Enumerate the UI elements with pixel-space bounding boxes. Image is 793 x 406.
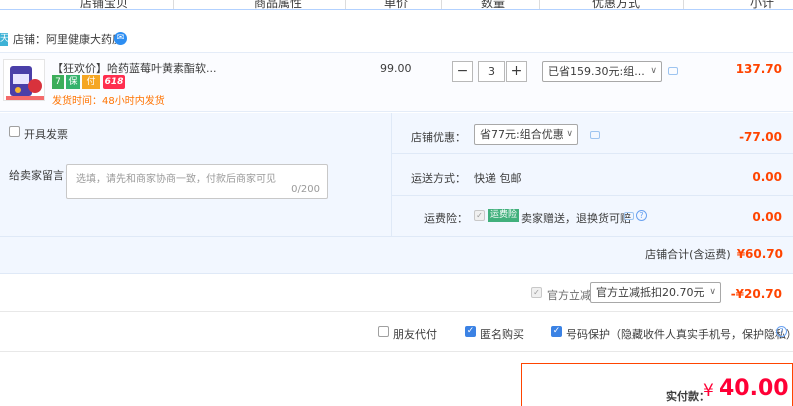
col-subtotal: 小计	[750, 0, 775, 10]
tmall-shop-tag: 天猫	[0, 33, 8, 46]
col-shop: 店铺宝贝	[80, 0, 129, 10]
qty-input[interactable]: 3	[478, 61, 505, 82]
row-divider	[0, 236, 793, 237]
pay-amount: 40.00	[719, 376, 789, 401]
col-discount: 优惠方式	[592, 0, 641, 10]
invoice-checkbox[interactable]	[9, 126, 20, 137]
official-discount-checkbox: ✓	[531, 287, 542, 298]
col-divider	[539, 0, 540, 9]
store-total-amount: ¥60.70	[736, 247, 783, 261]
friend-pay-checkbox[interactable]	[378, 326, 389, 337]
col-price: 单价	[384, 0, 409, 10]
shipping-amount: 0.00	[752, 170, 782, 184]
row-divider	[391, 195, 793, 196]
col-divider	[173, 0, 174, 9]
promo-618-badge[interactable]: 618	[103, 75, 125, 89]
friend-pay-label: 朋友代付	[393, 328, 437, 341]
store-total: 店铺合计(含运费) ¥60.70	[645, 246, 783, 262]
cart-header: 店铺宝贝 商品属性 单价 数量 优惠方式 小计	[0, 0, 793, 10]
col-divider	[441, 0, 442, 9]
pay-currency: ¥	[703, 381, 714, 401]
shop-name-link[interactable]: 店铺：阿里健康大药房	[13, 33, 123, 47]
message-placeholder: 选填，请先和商家协商一致，付款后商家可见	[76, 174, 276, 185]
invoice-label: 开具发票	[24, 128, 68, 141]
payment-summary: 实付款： ¥ 40.00	[521, 363, 793, 406]
col-qty: 数量	[481, 0, 506, 10]
comment-icon[interactable]	[668, 67, 678, 75]
store-discount-label: 店铺优惠：	[411, 131, 466, 144]
item-subtotal: 137.70	[735, 62, 782, 76]
unit-price: 99.00	[380, 62, 412, 75]
official-discount-amount: -¥20.70	[730, 287, 782, 301]
chat-wangwang-icon[interactable]: ✉	[114, 32, 127, 45]
shipping-label: 运送方式：	[411, 172, 466, 185]
shipping-value: 快递 包邮	[474, 172, 522, 185]
help-question-icon[interactable]: ?	[776, 326, 787, 337]
seven-day-return-badge[interactable]: 7	[52, 75, 64, 89]
qty-plus-button[interactable]: +	[506, 61, 527, 82]
order-item-row: 【狂欢价】哈药蓝莓叶黄素酯软... 7 保 付 618 发货时间：48小时内发货…	[0, 52, 793, 112]
comment-icon[interactable]	[590, 131, 600, 139]
store-discount-amount: -77.00	[739, 130, 782, 144]
chevron-down-icon: ∨	[709, 287, 716, 297]
ship-time: 发货时间：48小时内发货	[52, 96, 165, 107]
official-discount-value: 官方立减抵扣20.70元	[596, 286, 705, 299]
product-thumbnail[interactable]	[3, 59, 45, 101]
number-protect-label: 号码保护（隐藏收件人真实手机号，保护隐私）	[566, 328, 793, 341]
insurance-tag: 运费险	[488, 209, 520, 222]
official-discount-row: ✓ 官方立减 官方立减抵扣20.70元 ∨ -¥20.70	[0, 275, 793, 312]
store-discount-value: 省77元:组合优惠	[480, 128, 564, 141]
number-protect-checkbox[interactable]: ✓	[551, 326, 562, 337]
insurance-text: 卖家赠送，退换货可赔	[521, 212, 631, 225]
chevron-down-icon: ∨	[650, 66, 657, 76]
insurance-checkbox: ✓	[474, 210, 485, 221]
insurance-amount: 0.00	[752, 210, 782, 224]
col-divider	[683, 0, 684, 9]
panel-divider	[391, 113, 392, 236]
official-discount-select[interactable]: 官方立减抵扣20.70元 ∨	[590, 282, 721, 303]
official-discount-label: 官方立减	[547, 289, 591, 302]
qty-minus-button[interactable]: −	[452, 61, 473, 82]
product-title-link[interactable]: 【狂欢价】哈药蓝莓叶黄素酯软...	[52, 60, 217, 76]
col-attr: 商品属性	[254, 0, 303, 10]
store-total-label: 店铺合计(含运费)	[645, 248, 731, 261]
comment-icon[interactable]	[624, 212, 634, 220]
item-discount-select[interactable]: 已省159.30元:组... ∨	[542, 61, 662, 82]
message-char-count: 0/200	[291, 184, 320, 195]
store-discount-select[interactable]: 省77元:组合优惠 ∨	[474, 124, 578, 145]
col-divider	[345, 0, 346, 9]
help-question-icon[interactable]: ?	[636, 210, 647, 221]
row-divider	[391, 153, 793, 154]
insurance-label: 运费险：	[424, 212, 468, 225]
anonymous-label: 匿名购买	[480, 328, 524, 341]
guarantee-badge[interactable]: 保	[66, 75, 80, 89]
item-discount-value: 已省159.30元:组...	[548, 65, 645, 78]
card-payment-badge[interactable]: 付	[82, 75, 100, 89]
chevron-down-icon: ∨	[566, 129, 573, 139]
extra-options-row: 朋友代付 ✓ 匿名购买 ✓ 号码保护（隐藏收件人真实手机号，保护隐私） ?	[0, 313, 793, 352]
anonymous-checkbox[interactable]: ✓	[465, 326, 476, 337]
message-textarea[interactable]: 选填，请先和商家协商一致，付款后商家可见 0/200	[66, 164, 328, 199]
